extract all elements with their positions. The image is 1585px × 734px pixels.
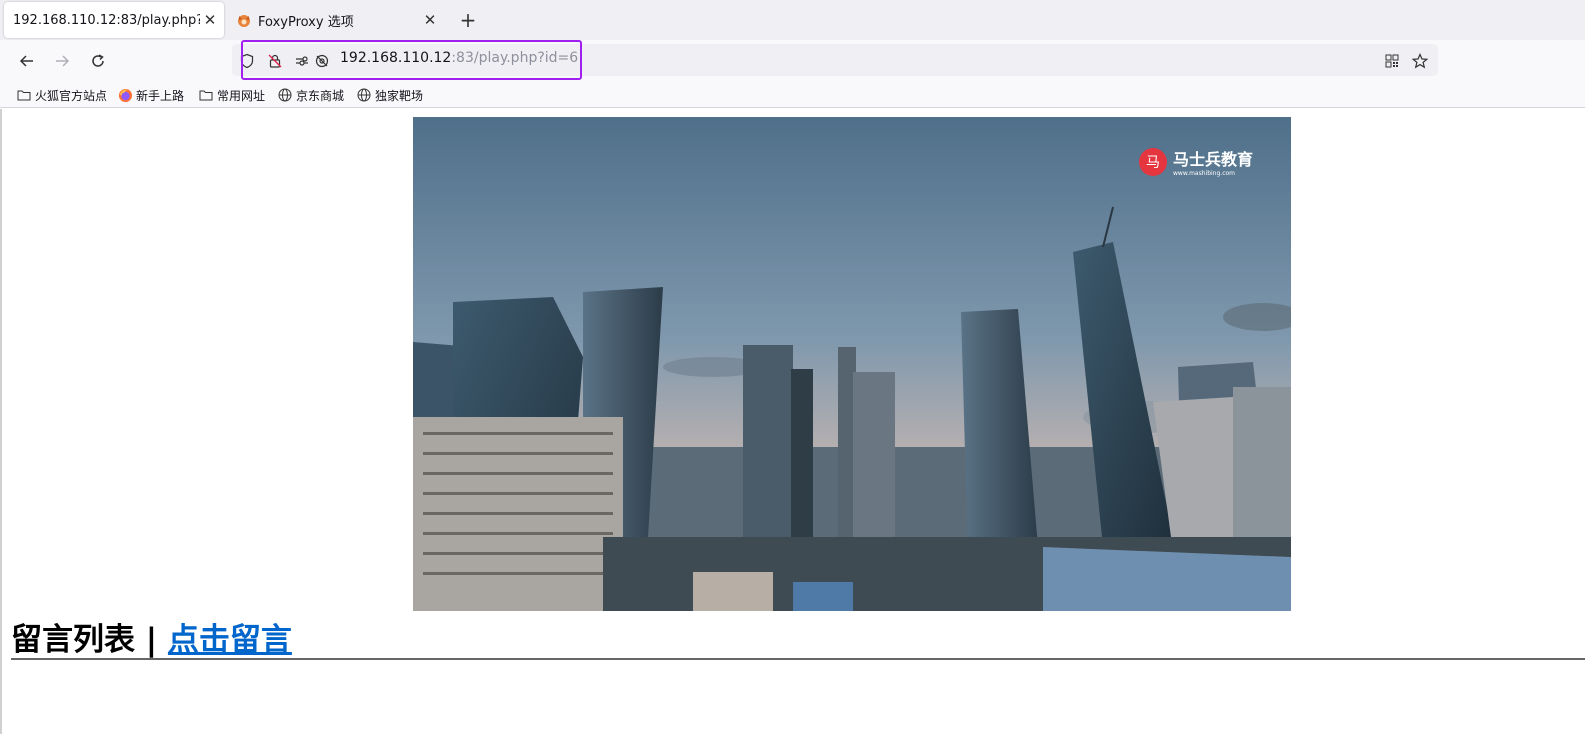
bookmark-label: 新手上路	[136, 88, 185, 103]
bookmark-label: 火狐官方站点	[35, 88, 108, 103]
tab-play[interactable]: 192.168.110.12:83/play.php?id=6 ✕	[4, 2, 224, 38]
arrow-right-icon	[56, 55, 70, 67]
folder-icon	[16, 87, 32, 103]
arrow-left-icon	[19, 55, 33, 67]
tab-foxyproxy[interactable]: FoxyProxy 选项 ✕	[230, 2, 444, 38]
back-button[interactable]	[14, 48, 40, 74]
bookmark-item[interactable]: 火狐官方站点	[16, 86, 107, 104]
page-heading: 留言列表 | 点击留言	[11, 614, 292, 659]
nav-bar: 1	[0, 40, 1585, 107]
heading-text: 留言列表 |	[11, 622, 168, 658]
bookmark-label: 京东商城	[296, 88, 345, 103]
new-tab-button[interactable]: +	[456, 8, 480, 32]
reload-icon	[92, 54, 104, 67]
qr-code-icon[interactable]	[1383, 52, 1401, 70]
svg-text:马: 马	[1146, 155, 1160, 171]
globe-icon	[356, 87, 372, 103]
reload-button[interactable]	[85, 48, 111, 74]
tab-title: 192.168.110.12:83/play.php?id=6	[13, 12, 200, 28]
bookmark-item[interactable]: 常用网址	[198, 86, 265, 104]
tab-strip: 192.168.110.12:83/play.php?id=6 ✕ FoxyPr…	[0, 0, 1585, 40]
bookmark-label: 独家靶场	[375, 88, 424, 103]
folder-icon	[198, 87, 214, 103]
bookmark-item[interactable]: 独家靶场	[356, 86, 423, 104]
firefox-icon	[117, 87, 133, 103]
close-icon[interactable]: ✕	[420, 10, 440, 30]
bookmark-item[interactable]: 京东商城	[277, 86, 344, 104]
tab-title: FoxyProxy 选项	[258, 14, 354, 30]
bookmark-star-icon[interactable]	[1411, 52, 1429, 70]
bookmarks-bar: 火狐官方站点 新手上路 常用网址 京东商城 独家靶场	[0, 82, 1585, 108]
url-highlight-box	[241, 40, 582, 80]
bookmark-label: 常用网址	[217, 88, 266, 103]
foxyproxy-icon	[236, 12, 252, 28]
forward-button[interactable]	[49, 48, 75, 74]
divider	[11, 658, 1585, 660]
city-skyline-image: 马 马士兵教育 www.mashibing.com	[413, 117, 1291, 611]
watermark-brand: 马士兵教育	[1173, 150, 1253, 169]
globe-icon	[277, 87, 293, 103]
close-icon[interactable]: ✕	[200, 10, 220, 30]
leave-message-link[interactable]: 点击留言	[168, 622, 292, 658]
watermark-domain: www.mashibing.com	[1173, 170, 1235, 177]
bookmark-item[interactable]: 新手上路	[117, 86, 184, 104]
